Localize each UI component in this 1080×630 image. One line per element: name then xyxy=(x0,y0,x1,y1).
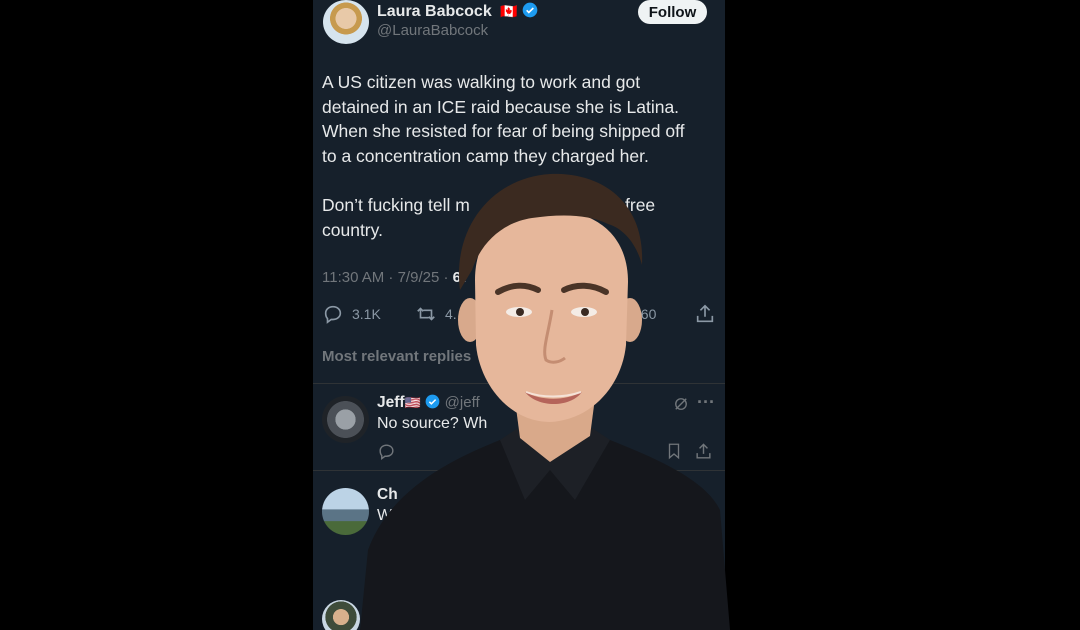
author-handle[interactable]: @LauraBabcock xyxy=(377,22,488,39)
verified-badge-icon xyxy=(522,2,538,18)
tweet-line: When she resisted for fear of being ship… xyxy=(322,121,685,141)
reply-avatar[interactable] xyxy=(322,600,360,630)
author-name[interactable]: Laura Babcock xyxy=(377,3,492,20)
flag-icon: 🇨🇦 xyxy=(500,3,518,19)
presenter-video-overlay xyxy=(360,173,730,630)
reply-icon xyxy=(324,305,342,324)
author-name-row[interactable]: Laura Babcock 🇨🇦 xyxy=(377,2,538,21)
tweet-line: A US citizen was walking to work and got xyxy=(322,72,641,92)
follow-button[interactable]: Follow xyxy=(638,0,707,24)
tweet-line: to a concentration camp they charged her… xyxy=(322,145,649,166)
author-avatar[interactable] xyxy=(323,0,369,44)
tweet-text: A US citizen was walking to work and got… xyxy=(322,70,685,168)
tweet-line: detained in an ICE raid because she is L… xyxy=(322,96,680,117)
